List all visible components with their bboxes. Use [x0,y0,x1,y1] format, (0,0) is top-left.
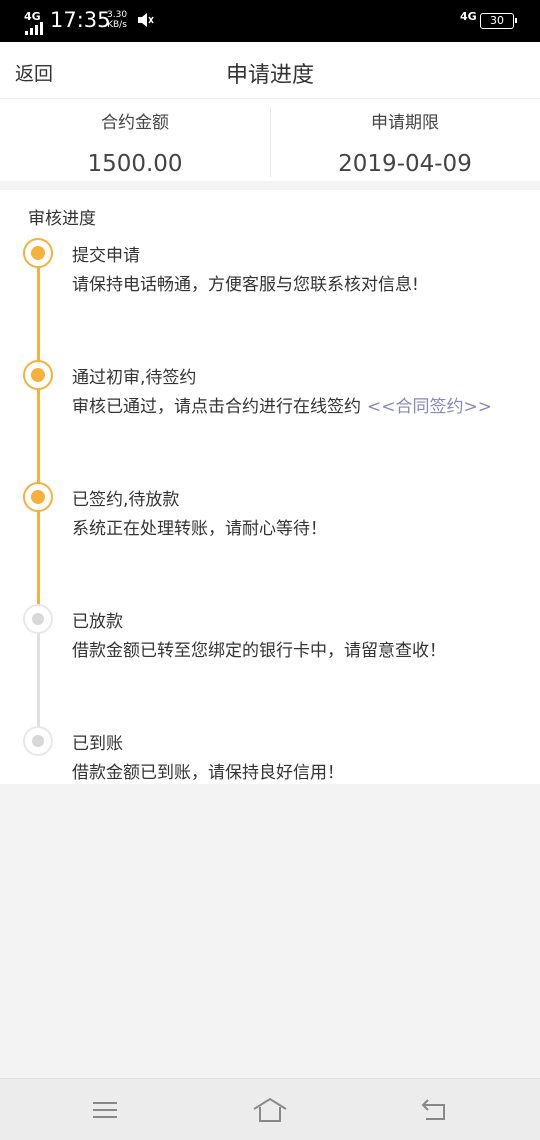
progress-step-received: 已到账 借款金额已到账，请保持良好信用！ [0,726,540,786]
clock: 17:35 [50,8,111,32]
progress-step-submitted: 提交申请 请保持电话畅通，方便客服与您联系核对信息! [0,238,540,298]
menu-icon[interactable] [90,1095,120,1125]
network-type-right: 4G [460,10,477,23]
timeline-line-active [37,252,40,610]
step-active-dot-icon [23,360,53,390]
contract-amount-value: 1500.00 [87,151,183,177]
deadline-value: 2019-04-09 [338,151,472,177]
step-description: 借款金额已到账，请保持良好信用！ [72,763,344,783]
step-title: 通过初审,待签约 [72,368,197,388]
home-icon[interactable] [252,1095,288,1125]
system-navigation-bar [0,1078,540,1140]
step-description: 借款金额已转至您绑定的银行卡中，请留意查收！ [72,641,446,661]
contract-sign-link[interactable]: <<合同签约>> [367,397,492,417]
deadline-block: 申请期限 2019-04-09 [270,99,540,181]
battery-icon: 30 [480,13,517,29]
progress-step-disbursed: 已放款 借款金额已转至您绑定的银行卡中，请留意查收！ [0,604,540,664]
signal-icon [25,22,43,35]
step-title: 提交申请 [72,246,140,266]
contract-amount-label: 合约金额 [101,113,169,133]
step-title: 已放款 [72,612,123,632]
step-pending-dot-icon [23,604,53,634]
step-active-dot-icon [23,482,53,512]
mute-icon [136,11,154,33]
step-title: 已签约,待放款 [72,490,180,510]
step-active-dot-icon [23,238,53,268]
page-title: 申请进度 [225,63,314,88]
step-pending-dot-icon [23,726,53,756]
progress-step-approved: 通过初审,待签约 审核已通过，请点击合约进行在线签约 <<合同签约>> [0,360,540,420]
step-description: 审核已通过，请点击合约进行在线签约 <<合同签约>> [72,397,492,417]
progress-section-title: 审核进度 [28,209,96,229]
step-description: 系统正在处理转账，请耐心等待！ [72,519,327,539]
back-arrow-icon[interactable] [420,1095,450,1125]
network-speed: 3.30 KB/s [107,10,128,30]
deadline-label: 申请期限 [371,113,439,133]
step-title: 已到账 [72,734,123,754]
progress-step-signed: 已签约,待放款 系统正在处理转账，请耐心等待！ [0,482,540,542]
status-bar: 4G 17:35 3.30 KB/s 4G 30 [0,0,540,42]
application-summary: 合约金额 1500.00 申请期限 2019-04-09 [0,99,540,181]
step-description: 请保持电话畅通，方便客服与您联系核对信息! [72,275,419,295]
app-header: 返回 申请进度 [0,42,540,99]
contract-amount-block: 合约金额 1500.00 [0,99,270,181]
review-progress: 审核进度 提交申请 请保持电话畅通，方便客服与您联系核对信息! 通过初审,待签约… [0,190,540,784]
